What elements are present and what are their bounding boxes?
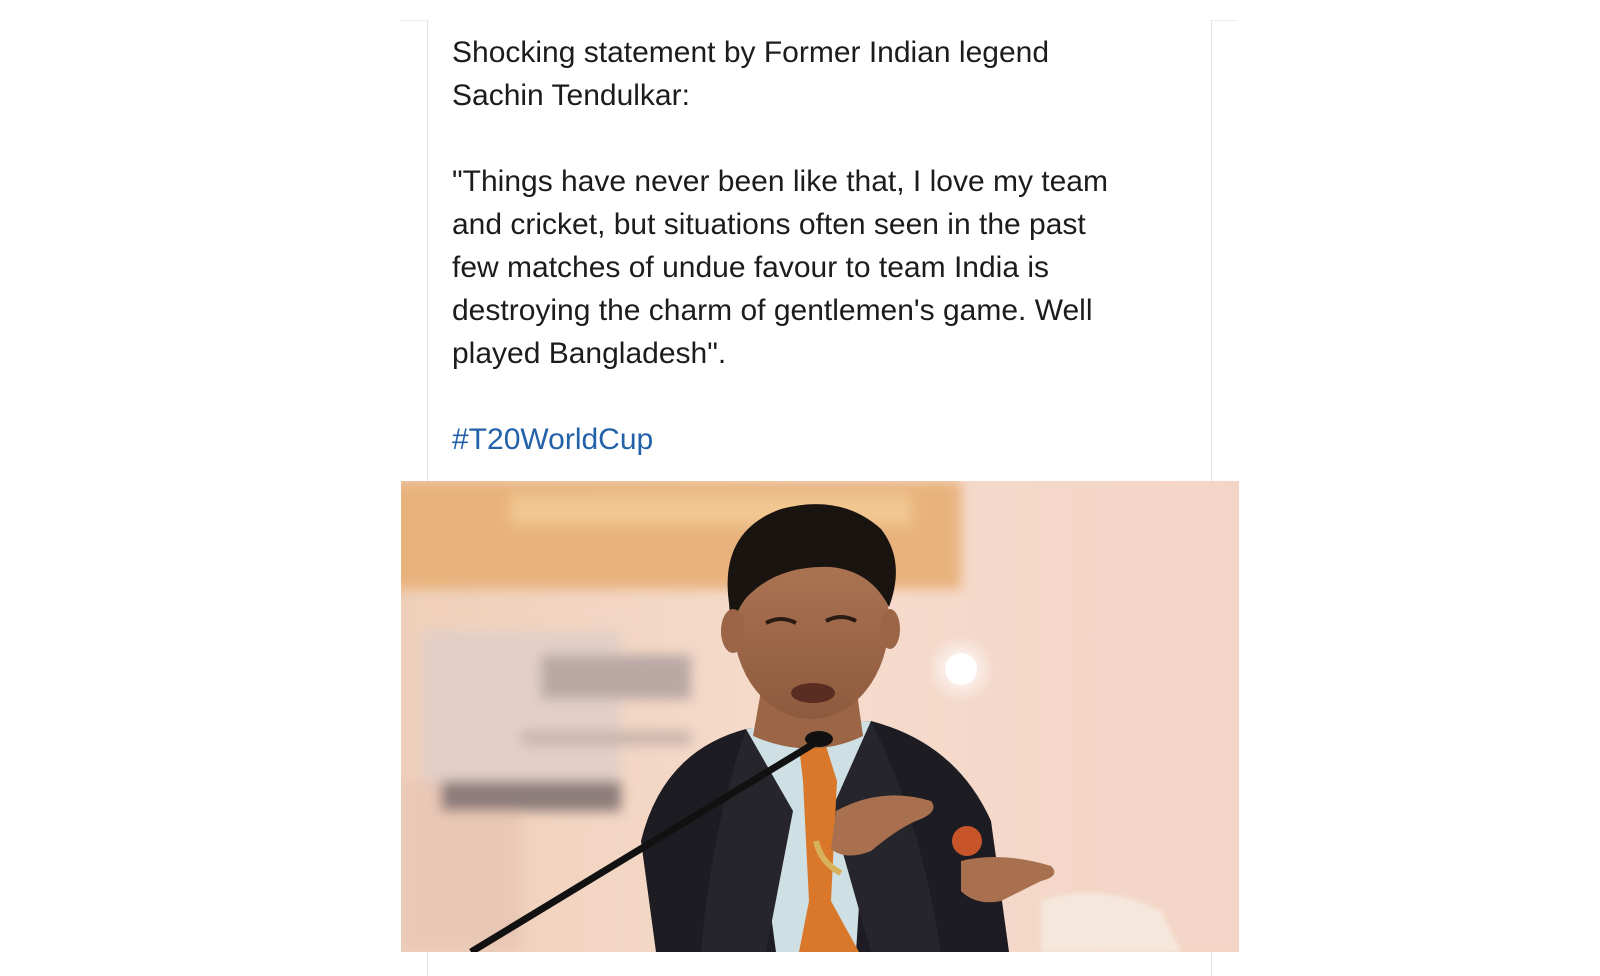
page: Shocking statement by Former Indian lege… bbox=[0, 0, 1600, 976]
post-photo[interactable] bbox=[401, 481, 1239, 952]
post-body: Shocking statement by Former Indian lege… bbox=[452, 31, 1192, 461]
post-intro-text: Shocking statement by Former Indian lege… bbox=[452, 36, 1049, 112]
hashtag-link[interactable]: #T20WorldCup bbox=[452, 418, 653, 461]
post-photo-image bbox=[401, 481, 1239, 952]
post-quote-text: "Things have never been like that, I lov… bbox=[452, 165, 1108, 370]
